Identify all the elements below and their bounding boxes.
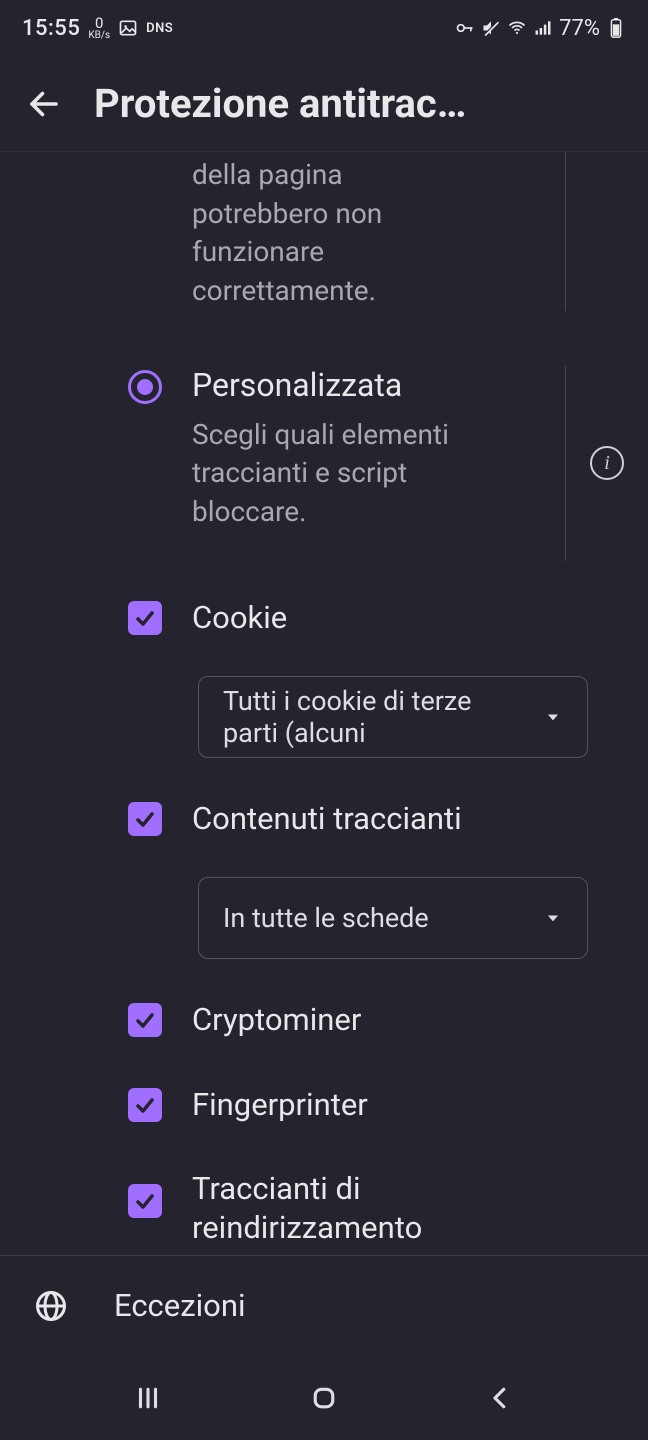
battery-percent: 77% <box>559 16 600 41</box>
back-nav-button[interactable] <box>475 1373 525 1423</box>
wifi-icon <box>507 18 527 38</box>
system-navigation-bar <box>0 1355 648 1440</box>
checkmark-icon <box>133 1008 157 1032</box>
option-cryptominer[interactable]: Cryptominer <box>0 973 648 1058</box>
globe-icon <box>32 1287 70 1325</box>
checkbox-tracking-content[interactable] <box>128 802 162 836</box>
app-header: Protezione antitrac… <box>0 56 648 152</box>
option-redirect-trackers-label: Traccianti di reindirizzamento <box>192 1170 588 1248</box>
custom-option-title: Personalizzata <box>192 366 553 404</box>
network-speed-indicator: 0 KB/s <box>88 16 110 41</box>
status-bar: 15:55 0 KB/s DNS 77% <box>0 0 648 56</box>
option-cookie[interactable]: Cookie <box>0 581 648 656</box>
option-tracking-content[interactable]: Contenuti traccianti <box>0 772 648 857</box>
recents-button[interactable] <box>123 1373 173 1423</box>
checkmark-icon <box>133 606 157 630</box>
battery-icon <box>606 18 626 38</box>
dropdown-tracking-content-value: In tutte le schede <box>223 902 531 934</box>
dns-indicator: DNS <box>146 21 173 36</box>
status-time: 15:55 <box>22 16 80 41</box>
info-icon[interactable]: i <box>590 446 624 480</box>
previous-option-description: della pagina potrebbero non funzionare c… <box>0 152 566 311</box>
dropdown-tracking-content[interactable]: In tutte le schede <box>198 877 588 959</box>
option-cryptominer-label: Cryptominer <box>192 1001 588 1040</box>
option-fingerprinter-label: Fingerprinter <box>192 1086 588 1125</box>
custom-option-description: Scegli quali elementi traccianti e scrip… <box>192 416 553 532</box>
protection-level-custom[interactable]: Personalizzata Scegli quali elementi tra… <box>0 311 648 562</box>
page-title: Protezione antitrac… <box>94 80 624 127</box>
radio-selected-icon <box>128 370 162 404</box>
signal-icon <box>533 18 553 38</box>
option-cookie-label: Cookie <box>192 599 588 638</box>
radio-control[interactable] <box>0 366 192 404</box>
status-bar-left: 15:55 0 KB/s DNS <box>22 16 173 41</box>
exceptions-row[interactable]: Eccezioni <box>0 1255 648 1355</box>
chevron-down-icon <box>543 908 563 928</box>
checkbox-cryptominer[interactable] <box>128 1003 162 1037</box>
checkbox-redirect-trackers[interactable] <box>128 1184 162 1218</box>
checkmark-icon <box>133 1093 157 1117</box>
checkbox-cookie[interactable] <box>128 601 162 635</box>
image-icon <box>118 18 138 38</box>
vpn-key-icon <box>455 18 475 38</box>
back-button[interactable] <box>24 84 64 124</box>
dropdown-cookie[interactable]: Tutti i cookie di terze parti (alcuni <box>198 676 588 758</box>
option-redirect-trackers[interactable]: Traccianti di reindirizzamento <box>0 1142 648 1255</box>
option-fingerprinter[interactable]: Fingerprinter <box>0 1058 648 1143</box>
status-bar-right: 77% <box>455 16 626 41</box>
option-tracking-content-label: Contenuti traccianti <box>192 800 588 839</box>
home-button[interactable] <box>299 1373 349 1423</box>
mute-icon <box>481 18 501 38</box>
chevron-down-icon <box>543 707 563 727</box>
checkmark-icon <box>133 807 157 831</box>
exceptions-label: Eccezioni <box>114 1287 245 1324</box>
content-scroll[interactable]: della pagina potrebbero non funzionare c… <box>0 152 648 1255</box>
checkmark-icon <box>133 1189 157 1213</box>
dropdown-cookie-value: Tutti i cookie di terze parti (alcuni <box>223 685 531 750</box>
checkbox-fingerprinter[interactable] <box>128 1088 162 1122</box>
